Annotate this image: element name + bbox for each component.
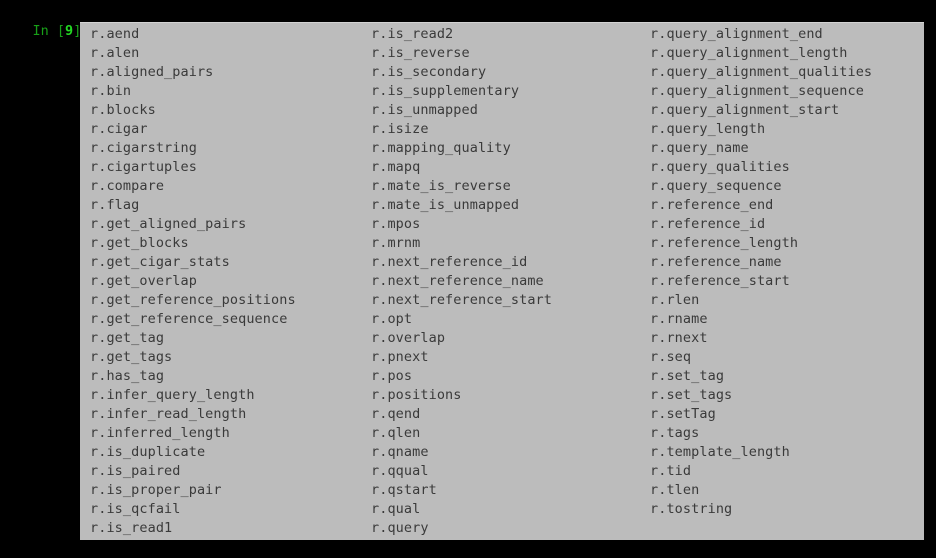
- completion-item[interactable]: r.qname: [371, 443, 651, 462]
- completion-item-empty: [650, 519, 924, 538]
- completion-item[interactable]: r.reference_length: [650, 234, 924, 253]
- completion-item[interactable]: r.is_reverse: [371, 44, 651, 63]
- completion-item[interactable]: r.is_qcfail: [90, 500, 371, 519]
- completion-item[interactable]: r.infer_query_length: [90, 386, 371, 405]
- completion-item[interactable]: r.query: [371, 519, 651, 538]
- completion-columns: r.aend r.alen r.aligned_pairs r.bin r.blocks…: [80, 23, 924, 540]
- completion-item[interactable]: r.next_reference_name: [371, 272, 651, 291]
- completion-item[interactable]: r.flag: [90, 196, 371, 215]
- completion-item[interactable]: r.query_alignment_sequence: [650, 82, 924, 101]
- completion-item[interactable]: r.query_alignment_start: [650, 101, 924, 120]
- completion-item[interactable]: r.alen: [90, 44, 371, 63]
- completion-item[interactable]: r.rname: [650, 310, 924, 329]
- completion-item[interactable]: r.set_tag: [650, 367, 924, 386]
- completion-item[interactable]: r.reference_name: [650, 253, 924, 272]
- completion-item[interactable]: r.aend: [90, 25, 371, 44]
- completion-item[interactable]: r.infer_read_length: [90, 405, 371, 424]
- completion-item[interactable]: r.is_secondary: [371, 63, 651, 82]
- completion-item[interactable]: r.rnext: [650, 329, 924, 348]
- completion-item[interactable]: r.mrnm: [371, 234, 651, 253]
- completion-item[interactable]: r.opt: [371, 310, 651, 329]
- completion-item[interactable]: r.tostring: [650, 500, 924, 519]
- completion-item[interactable]: r.is_read2: [371, 25, 651, 44]
- completion-item[interactable]: r.tid: [650, 462, 924, 481]
- completion-item[interactable]: r.query_length: [650, 120, 924, 139]
- completion-item[interactable]: r.template_length: [650, 443, 924, 462]
- completion-item[interactable]: r.mapping_quality: [371, 139, 651, 158]
- completion-item[interactable]: r.query_alignment_length: [650, 44, 924, 63]
- completion-item[interactable]: r.tags: [650, 424, 924, 443]
- completion-item[interactable]: r.pnext: [371, 348, 651, 367]
- completion-item[interactable]: r.get_tag: [90, 329, 371, 348]
- completion-column-0: r.aend r.alen r.aligned_pairs r.bin r.blocks…: [90, 25, 371, 538]
- completion-item[interactable]: r.mapq: [371, 158, 651, 177]
- completion-item[interactable]: r.reference_start: [650, 272, 924, 291]
- completion-item[interactable]: r.reference_end: [650, 196, 924, 215]
- tab-completion-dropdown[interactable]: r.aend r.alen r.aligned_pairs r.bin r.blocks…: [80, 22, 924, 540]
- completion-item[interactable]: r.query_name: [650, 139, 924, 158]
- completion-item[interactable]: r.get_reference_positions: [90, 291, 371, 310]
- completion-item[interactable]: r.set_tags: [650, 386, 924, 405]
- completion-item[interactable]: r.get_blocks: [90, 234, 371, 253]
- completion-item[interactable]: r.next_reference_start: [371, 291, 651, 310]
- completion-item[interactable]: r.cigar: [90, 120, 371, 139]
- completion-item[interactable]: r.qual: [371, 500, 651, 519]
- prompt-execution-count: 9: [65, 23, 74, 39]
- completion-item[interactable]: r.has_tag: [90, 367, 371, 386]
- completion-item[interactable]: r.is_supplementary: [371, 82, 651, 101]
- completion-item[interactable]: r.positions: [371, 386, 651, 405]
- completion-item[interactable]: r.compare: [90, 177, 371, 196]
- completion-item[interactable]: r.get_overlap: [90, 272, 371, 291]
- completion-item[interactable]: r.rlen: [650, 291, 924, 310]
- completion-item[interactable]: r.isize: [371, 120, 651, 139]
- completion-item[interactable]: r.reference_id: [650, 215, 924, 234]
- completion-item[interactable]: r.get_aligned_pairs: [90, 215, 371, 234]
- completion-item[interactable]: r.blocks: [90, 101, 371, 120]
- completion-item[interactable]: r.qstart: [371, 481, 651, 500]
- completion-column-1: r.is_read2 r.is_reverse r.is_secondary r.is…: [371, 25, 651, 538]
- completion-item[interactable]: r.get_reference_sequence: [90, 310, 371, 329]
- prompt-bracket-open: [: [48, 23, 66, 39]
- terminal-window: In [9]: r. r.aendr.alenr.aligned_pairsr.…: [0, 0, 936, 558]
- completion-item[interactable]: r.mate_is_unmapped: [371, 196, 651, 215]
- completion-item[interactable]: r.mate_is_reverse: [371, 177, 651, 196]
- completion-item[interactable]: r.bin: [90, 82, 371, 101]
- completion-item[interactable]: r.next_reference_id: [371, 253, 651, 272]
- completion-item[interactable]: r.inferred_length: [90, 424, 371, 443]
- completion-item[interactable]: r.query_sequence: [650, 177, 924, 196]
- completion-item[interactable]: r.cigarstring: [90, 139, 371, 158]
- completion-item[interactable]: r.get_cigar_stats: [90, 253, 371, 272]
- completion-item[interactable]: r.aligned_pairs: [90, 63, 371, 82]
- completion-item[interactable]: r.is_read1: [90, 519, 371, 538]
- completion-item[interactable]: r.cigartuples: [90, 158, 371, 177]
- completion-column-2: r.query_alignment_end r.query_alignment_l…: [650, 25, 924, 538]
- completion-item[interactable]: r.qlen: [371, 424, 651, 443]
- completion-item[interactable]: r.seq: [650, 348, 924, 367]
- completion-item[interactable]: r.query_qualities: [650, 158, 924, 177]
- completion-item[interactable]: r.is_proper_pair: [90, 481, 371, 500]
- completion-item[interactable]: r.is_paired: [90, 462, 371, 481]
- completion-item[interactable]: r.tlen: [650, 481, 924, 500]
- completion-item[interactable]: r.is_duplicate: [90, 443, 371, 462]
- completion-item[interactable]: r.qend: [371, 405, 651, 424]
- prompt-line: In [9]: r.: [0, 3, 123, 39]
- completion-item[interactable]: r.query_alignment_qualities: [650, 63, 924, 82]
- completion-item[interactable]: r.setTag: [650, 405, 924, 424]
- completion-item[interactable]: r.mpos: [371, 215, 651, 234]
- completion-item[interactable]: r.qqual: [371, 462, 651, 481]
- completion-item[interactable]: r.is_unmapped: [371, 101, 651, 120]
- prompt-in-label: In: [32, 23, 49, 39]
- completion-item[interactable]: r.query_alignment_end: [650, 25, 924, 44]
- completion-item[interactable]: r.overlap: [371, 329, 651, 348]
- completion-item[interactable]: r.pos: [371, 367, 651, 386]
- completion-item[interactable]: r.get_tags: [90, 348, 371, 367]
